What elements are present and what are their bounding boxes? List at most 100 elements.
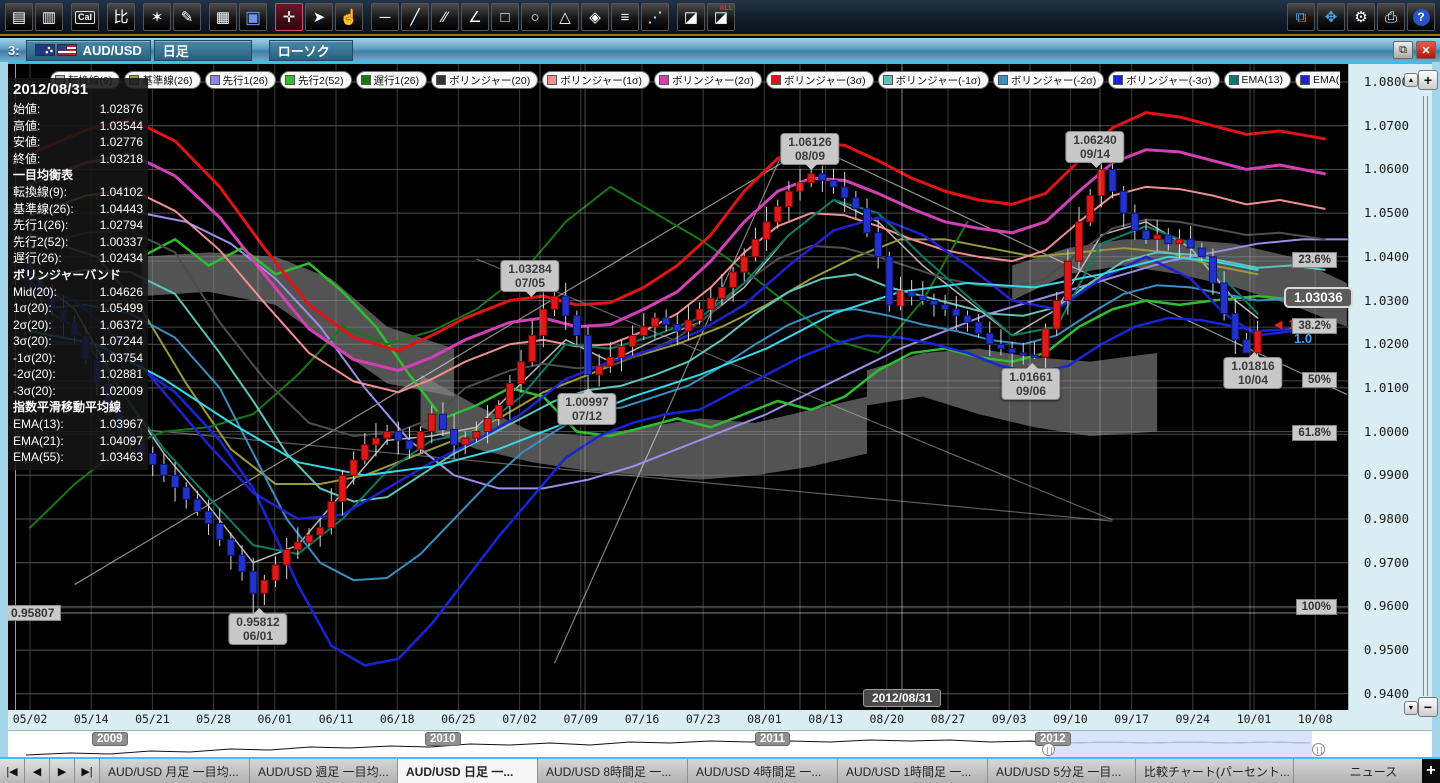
candlestick-chart[interactable] [8,64,1348,710]
chart-tab[interactable]: AUD/USD 4時間足 一... [688,759,838,783]
rectangle-tool-button[interactable]: □ [491,3,519,31]
panel-settings-button[interactable]: ▦ [209,3,237,31]
zoom-in-button[interactable]: + [1418,70,1438,90]
calendar-button[interactable]: Cal [71,3,99,31]
date-tick-label: 08/20 [865,712,909,726]
legend-color-swatch [883,75,893,85]
price-axis[interactable]: 1.08001.07001.06001.05001.04001.03001.02… [1348,64,1432,710]
panel-row-value: 1.00337 [100,234,143,251]
legend-item[interactable]: EMA(13) [1224,71,1291,89]
main-toolbar: ▤▥ Cal 比 ✶✎ ▦▣ ✛➤☝ ─╱∕∕∠□○△◈≡⋰ ◪◪ALL ⧉✥⚙⎙? [0,0,1440,36]
date-axis[interactable]: 05/0205/1405/2105/2806/0106/1106/1806/25… [8,710,1432,730]
triangle-tool-button[interactable]: △ [551,3,579,31]
navigator-selection[interactable] [1048,731,1312,757]
scroll-down-button[interactable]: ▼ [1404,701,1418,715]
currency-pair-button[interactable]: AUD/USD [26,40,151,61]
panel-row-value: 1.04626 [100,284,143,301]
chart-tab[interactable]: ニュース [1294,759,1422,783]
legend-label: 先行2(52) [298,73,344,88]
legend-label: ボリンジャー(1σ) [560,73,642,88]
chart-tab[interactable]: AUD/USD 週足 一目均... [250,759,398,783]
fan-line-tool-button[interactable]: ⋰ [641,3,669,31]
legend-item[interactable]: ボリンジャー(20) [431,71,538,89]
chart-tab[interactable]: AUD/USD 5分足 一目... [988,759,1136,783]
gann-web-tool-button[interactable]: ◈ [581,3,609,31]
panel-row-label: EMA(21): [13,433,64,450]
date-tick-label: 09/10 [1048,712,1092,726]
timeframe-button[interactable]: 日足 [154,40,252,61]
right-window-edge [1432,62,1440,757]
eraser-all-button[interactable]: ◪ALL [707,3,735,31]
scroll-up-button[interactable]: ▲ [1404,73,1418,87]
trend-line-tool-button[interactable]: ╱ [401,3,429,31]
tab-nav-last-button[interactable]: ▶| [75,759,100,783]
legend-label: 基準線(26) [142,73,192,88]
compare-button[interactable]: 比 [107,3,135,31]
draw-pencil-button[interactable]: ✎ [173,3,201,31]
angle-line-tool-button[interactable]: ∠ [461,3,489,31]
timeframe-label: 日足 [163,41,189,60]
legend-item[interactable]: ボリンジャー(-2σ) [993,71,1104,89]
new-chart-button[interactable]: ▥ [35,3,63,31]
ellipse-tool-button[interactable]: ○ [521,3,549,31]
vertical-scrollbar-track[interactable] [1423,96,1428,696]
save-button[interactable]: ▣ [239,3,267,31]
legend-item[interactable]: ボリンジャー(-3σ) [1108,71,1219,89]
date-tick-label: 07/02 [498,712,542,726]
chart-type-button[interactable]: ローソク [269,40,353,61]
fibonacci-tool-button[interactable]: ≡ [611,3,639,31]
fib-level-label: 61.8% [1292,425,1337,441]
horizontal-line-value-label: 0.95807 [4,605,61,621]
chart-tab[interactable]: AUD/USD 月足 一目均... [100,759,250,783]
legend-item[interactable]: 先行1(26) [205,71,277,89]
hand-mode-button[interactable]: ☝ [335,3,363,31]
legend-item[interactable]: 先行2(52) [280,71,352,89]
price-tick-label: 1.0600 [1349,161,1409,176]
help-button[interactable]: ? [1407,3,1435,31]
date-tick-label: 06/18 [375,712,419,726]
navigator-right-handle[interactable] [1312,743,1325,756]
legend-item[interactable]: ボリンジャー(1σ) [542,71,650,89]
tab-nav-prev-button[interactable]: ◀ [25,759,50,783]
navigator-left-handle[interactable] [1042,743,1055,756]
horizontal-line-tool-button[interactable]: ─ [371,3,399,31]
parallel-line-tool-button[interactable]: ∕∕ [431,3,459,31]
print-button[interactable]: ⎙ [1377,3,1405,31]
chart-tab[interactable]: AUD/USD 1時間足 一... [838,759,988,783]
tab-nav-next-button[interactable]: ▶ [50,759,75,783]
tab-nav-first-button[interactable]: |◀ [0,759,25,783]
settings-gear-button[interactable]: ⚙ [1347,3,1375,31]
zoom-out-button[interactable]: − [1418,697,1438,717]
chart-tab[interactable]: AUD/USD 8時間足 一... [538,759,688,783]
add-tab-button[interactable]: + [1422,759,1440,783]
chart-tab-active[interactable]: AUD/USD 日足 一... [398,759,538,783]
panel-row-label: 先行1(26): [13,217,68,234]
cursor-mode-button[interactable]: ➤ [305,3,333,31]
price-tick-label: 0.9500 [1349,642,1409,657]
legend-item[interactable]: ボリンジャー(2σ) [654,71,762,89]
price-annotation: 0.9581206/01 [228,613,287,645]
crosshair-mode-button[interactable]: ✛ [275,3,303,31]
date-tick-label: 07/16 [620,712,664,726]
panel-row: 基準線(26):1.04443 [13,201,143,218]
all-badge: ALL [719,5,733,12]
timeline-navigator[interactable]: 2009201020112012 [8,730,1432,757]
legend-item[interactable]: EMA(21) [1295,71,1340,89]
chart-tab[interactable]: 比較チャート(パーセント... [1136,759,1294,783]
price-annotation: 1.0181610/04 [1223,357,1282,389]
indicator-settings-button[interactable]: ✶ [143,3,171,31]
restore-window-button[interactable]: ⧉ [1393,41,1413,59]
panel-row-label: 先行2(52): [13,234,68,251]
panel-row: 2σ(20):1.06372 [13,317,143,334]
close-window-button[interactable]: ✕ [1416,41,1436,59]
navigator-year-badge: 2010 [425,732,461,746]
price-tick-label: 1.0400 [1349,249,1409,264]
legend-item[interactable]: ボリンジャー(-1σ) [878,71,989,89]
expand-fullscreen-button[interactable]: ✥ [1317,3,1345,31]
legend-item[interactable]: 遅行1(26) [356,71,428,89]
eraser-button[interactable]: ◪ [677,3,705,31]
windows-cascade-button[interactable]: ⧉ [1287,3,1315,31]
quote-list-button[interactable]: ▤ [5,3,33,31]
legend-item[interactable]: ボリンジャー(3σ) [766,71,874,89]
panel-row: 先行1(26):1.02794 [13,217,143,234]
